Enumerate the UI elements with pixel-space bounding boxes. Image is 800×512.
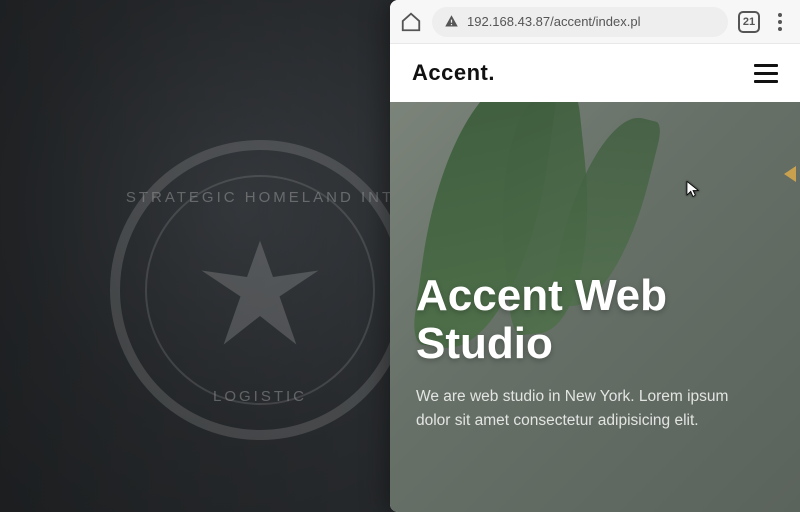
hero-title: Accent Web Studio: [416, 272, 774, 367]
cursor-icon: [684, 180, 702, 198]
eagle-icon: [195, 225, 325, 355]
home-icon[interactable]: [400, 11, 422, 33]
shield-seal: STRATEGIC HOMELAND INT LOGISTIC: [110, 140, 410, 440]
mobile-browser-window: 192.168.43.87/accent/index.pl 21 Accent.…: [390, 0, 800, 512]
site-header: Accent.: [390, 44, 800, 102]
seal-bottom-text: LOGISTIC: [213, 388, 307, 405]
prev-slide-icon[interactable]: [784, 166, 796, 182]
brand-text: Accent: [412, 60, 488, 85]
hero-subtitle: We are web studio in New York. Lorem ips…: [416, 385, 756, 433]
brand-dot: .: [488, 60, 495, 85]
hamburger-menu-icon[interactable]: [754, 64, 778, 83]
url-text: 192.168.43.87/accent/index.pl: [467, 14, 640, 29]
overflow-menu-icon[interactable]: [770, 13, 790, 31]
not-secure-icon: [444, 14, 459, 29]
address-bar[interactable]: 192.168.43.87/accent/index.pl: [432, 7, 728, 37]
site-logo[interactable]: Accent.: [412, 60, 495, 86]
tab-count: 21: [743, 16, 755, 28]
hero-section: Accent Web Studio We are web studio in N…: [390, 102, 800, 512]
browser-chrome: 192.168.43.87/accent/index.pl 21: [390, 0, 800, 44]
seal-top-text: STRATEGIC HOMELAND INT: [126, 189, 394, 206]
tabs-button[interactable]: 21: [738, 11, 760, 33]
